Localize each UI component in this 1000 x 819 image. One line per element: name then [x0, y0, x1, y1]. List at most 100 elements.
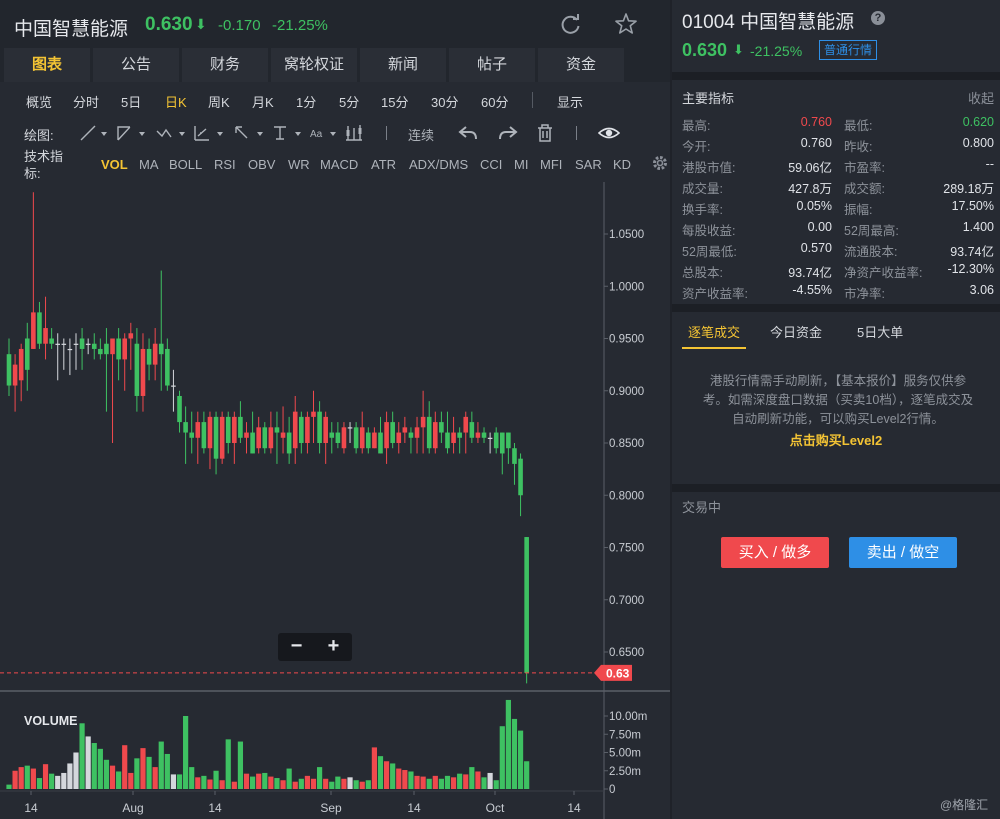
period-1[interactable]: 分时: [73, 92, 99, 111]
volume-bar: [128, 772, 134, 789]
indicator-value: 0.760: [800, 136, 832, 150]
tab-5day-large-orders[interactable]: 5日大单: [857, 322, 903, 341]
indicator-label: 资产收益率:: [682, 287, 748, 301]
price-tick-label: 0.6500: [609, 647, 644, 659]
indicator-rsi[interactable]: RSI: [214, 157, 236, 172]
indicator-cci[interactable]: CCI: [480, 157, 502, 172]
tab-tick-trades[interactable]: 逐笔成交: [688, 322, 740, 341]
period-bar: 概览 分时 5日 日K 周K 月K 1分 5分 15分 30分 60分 显示: [0, 82, 670, 118]
volume-bar: [73, 752, 79, 789]
indicator-obv[interactable]: OBV: [248, 157, 275, 172]
watermark: @格隆汇: [940, 798, 989, 812]
candle-body: [420, 416, 426, 428]
volume-bar: [140, 748, 146, 789]
period-8[interactable]: 15分: [381, 92, 408, 111]
indicator-atr[interactable]: ATR: [371, 157, 396, 172]
eye-icon[interactable]: [598, 123, 620, 143]
buy-level2-link[interactable]: 点击购买Level2: [672, 430, 1000, 449]
volume-bar: [250, 776, 256, 789]
indicator-label: 港股市值:: [682, 161, 736, 175]
volume-bar: [207, 779, 213, 789]
star-icon[interactable]: [614, 12, 638, 36]
indicator-mfi[interactable]: MFI: [540, 157, 562, 172]
period-5[interactable]: 月K: [252, 92, 274, 111]
indicator-vol[interactable]: VOL: [101, 157, 128, 172]
tab-6[interactable]: 资金: [538, 48, 624, 82]
volume-bar: [109, 765, 116, 789]
candle-body: [37, 312, 42, 344]
channel-tool-icon[interactable]: [114, 123, 148, 143]
volume-bar: [511, 718, 518, 789]
tab-3[interactable]: 窝轮权证: [271, 48, 357, 82]
volume-bar: [487, 772, 493, 789]
indicator-adx-dms[interactable]: ADX/DMS: [409, 157, 468, 172]
tab-1[interactable]: 公告: [93, 48, 179, 82]
zoom-control: − +: [278, 633, 352, 661]
candle-body: [451, 432, 456, 443]
indicator-label: 技术指标:: [24, 149, 64, 181]
period-0[interactable]: 概览: [26, 92, 52, 111]
zoom-out-button[interactable]: −: [278, 633, 315, 661]
indicator-sar[interactable]: SAR: [575, 157, 602, 172]
text-tool-icon[interactable]: [270, 123, 304, 143]
indicator-mi[interactable]: MI: [514, 157, 528, 172]
volume-bar: [176, 774, 183, 789]
volume-bar: [225, 739, 231, 789]
indicator-kd[interactable]: KD: [613, 157, 631, 172]
line-tool-icon[interactable]: [78, 123, 110, 143]
candle-body: [49, 338, 54, 344]
indicator-wr[interactable]: WR: [288, 157, 310, 172]
candle-body: [280, 432, 286, 438]
font-size-icon[interactable]: Aa: [308, 123, 340, 143]
volume-bar: [122, 745, 128, 789]
trash-icon[interactable]: [536, 123, 554, 143]
period-11[interactable]: 显示: [557, 92, 583, 111]
period-10[interactable]: 60分: [481, 92, 508, 111]
tab-5[interactable]: 帖子: [449, 48, 535, 82]
period-7[interactable]: 5分: [339, 92, 359, 111]
tab-2[interactable]: 财务: [182, 48, 268, 82]
indicator-ma[interactable]: MA: [139, 157, 159, 172]
tab-today-capital[interactable]: 今日资金: [770, 322, 822, 341]
volume-bar: [67, 763, 73, 789]
x-tick-label: Aug: [122, 801, 143, 815]
market-data-badge[interactable]: 普通行情: [819, 40, 878, 60]
indicator-value: 1.400: [962, 220, 994, 234]
candle-body: [18, 348, 24, 381]
candle-body: [475, 432, 481, 438]
indicator-value: 0.00: [807, 220, 832, 234]
arrow-tool-icon[interactable]: [232, 123, 266, 143]
refresh-icon[interactable]: [560, 13, 582, 35]
period-2[interactable]: 5日: [121, 92, 141, 111]
gear-icon[interactable]: [651, 154, 669, 172]
indicator-value: 0.800: [962, 136, 994, 150]
tab-0[interactable]: 图表: [4, 48, 90, 82]
sell-short-button[interactable]: 卖出 / 做空: [849, 537, 957, 568]
zoom-in-button[interactable]: +: [315, 633, 352, 661]
kline-chart[interactable]: 1.0500 1.0000 0.9500 0.9000 0.8500 0.8000 0.75…: [0, 182, 670, 819]
collapse-button[interactable]: 收起: [968, 88, 994, 107]
fibonacci-tool-icon[interactable]: [192, 123, 226, 143]
indicator-value: 289.18万: [943, 182, 994, 196]
volume-tick-label: 2.50m: [609, 766, 641, 778]
period-4[interactable]: 周K: [208, 92, 230, 111]
continuous-toggle[interactable]: 连续: [408, 125, 434, 144]
candle-body: [353, 427, 359, 449]
candle-body: [116, 338, 121, 360]
period-3[interactable]: 日K: [165, 92, 187, 111]
tab-4[interactable]: 新闻: [360, 48, 446, 82]
volume-tick-label: 5.00m: [609, 748, 641, 760]
indicator-boll[interactable]: BOLL: [169, 157, 202, 172]
help-icon[interactable]: ?: [871, 11, 885, 25]
wave-tool-icon[interactable]: [154, 123, 188, 143]
undo-icon[interactable]: [458, 123, 478, 143]
period-6[interactable]: 1分: [296, 92, 316, 111]
indicator-label: 换手率:: [682, 203, 723, 217]
volume-bar: [268, 776, 274, 789]
indicator-macd[interactable]: MACD: [320, 157, 358, 172]
candle-style-icon[interactable]: [344, 123, 364, 143]
period-9[interactable]: 30分: [431, 92, 458, 111]
candle-body: [158, 343, 164, 355]
buy-long-button[interactable]: 买入 / 做多: [721, 537, 829, 568]
redo-icon[interactable]: [498, 123, 518, 143]
